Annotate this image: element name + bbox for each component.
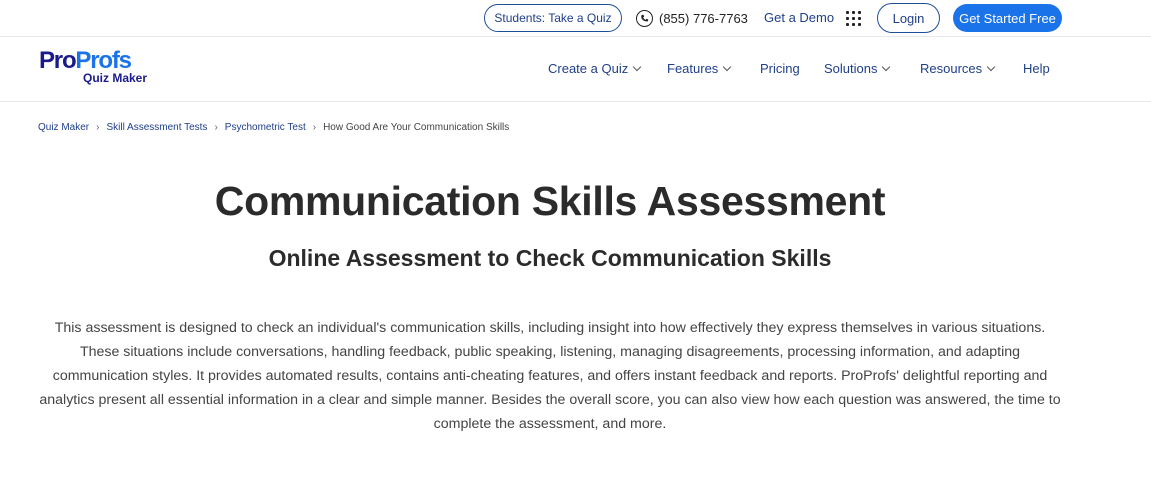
apps-grid-icon[interactable] [846,11,861,26]
breadcrumb-separator: › [214,122,218,133]
nav-pricing[interactable]: Pricing [760,61,800,76]
top-utility-bar: Students: Take a Quiz (855) 776-7763 Get… [0,0,1151,37]
chevron-down-icon [986,62,996,71]
chevron-down-icon [723,62,732,71]
nav-create-quiz[interactable]: Create a Quiz [548,61,642,76]
chevron-down-icon [632,62,642,71]
nav-resources[interactable]: Resources [920,61,996,76]
chevron-down-icon [882,62,891,71]
phone-link[interactable]: (855) 776-7763 [636,8,748,28]
breadcrumb-skill-assessment-tests[interactable]: Skill Assessment Tests [106,122,207,133]
page-title: Communication Skills Assessment [214,178,886,224]
page-subtitle: Online Assessment to Check Communication… [268,245,832,271]
proprofs-logo[interactable]: ProProfs Quiz Maker [39,49,151,87]
nav-solutions[interactable]: Solutions [824,61,891,76]
breadcrumb-separator: › [96,122,100,133]
logo-product-name: Quiz Maker [83,71,148,85]
breadcrumb-current-page: How Good Are Your Communication Skills [323,122,510,133]
logo-wordmark: ProProfs [39,47,132,74]
phone-number: (855) 776-7763 [659,10,748,26]
breadcrumb-psychometric-test[interactable]: Psychometric Test [225,122,306,133]
get-demo-link[interactable]: Get a Demo [764,10,834,25]
breadcrumb-separator: › [312,122,317,133]
login-button[interactable]: Login [877,3,940,33]
breadcrumb: Quiz Maker › Skill Assessment Tests › Ps… [38,122,509,133]
nav-help[interactable]: Help [1023,61,1050,76]
main-navigation: ProProfs Quiz Maker Create a Quiz Featur… [0,37,1151,102]
breadcrumb-quiz-maker[interactable]: Quiz Maker [38,122,89,133]
nav-features[interactable]: Features [667,61,732,76]
phone-icon [636,9,653,27]
get-started-free-button[interactable]: Get Started Free [953,4,1062,32]
students-take-quiz-button[interactable]: Students: Take a Quiz [484,4,622,32]
page-description: This assessment is designed to check an … [39,320,1061,432]
